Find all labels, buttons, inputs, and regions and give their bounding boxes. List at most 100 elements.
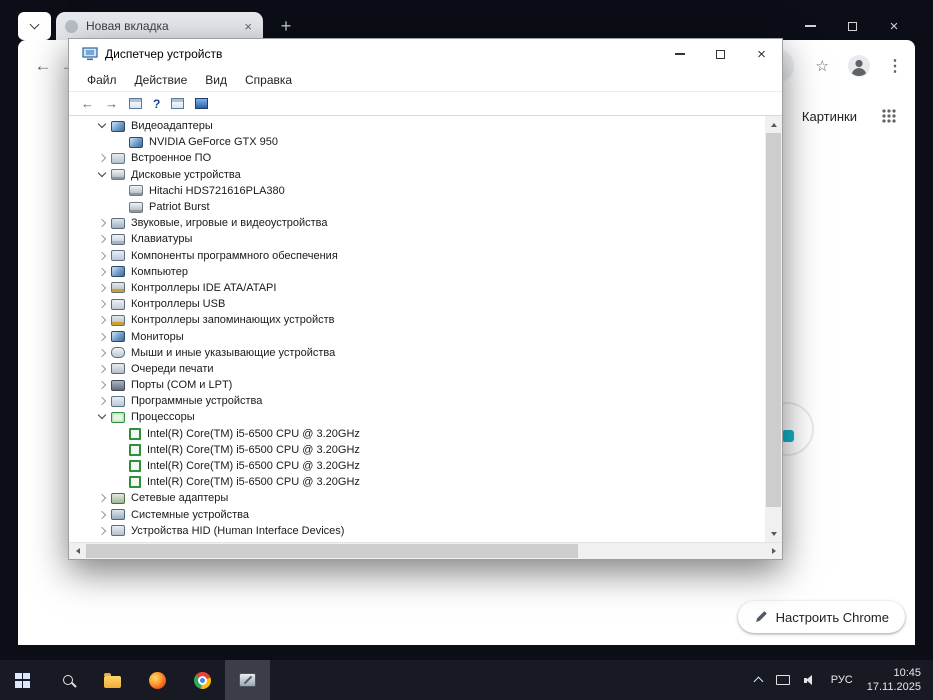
tree-item-label: Intel(R) Core(TM) i5-6500 CPU @ 3.20GHz (147, 443, 360, 456)
tree-item[interactable]: Мыши и иные указывающие устройства (69, 345, 765, 361)
tree-item[interactable]: Контроллеры IDE ATA/ATAPI (69, 280, 765, 296)
horizontal-scrollbar[interactable] (69, 542, 782, 559)
scroll-down-icon[interactable] (765, 525, 782, 542)
tree-item[interactable]: Встроенное ПО (69, 150, 765, 166)
tree-item[interactable]: Звуковые, игровые и видеоустройства (69, 215, 765, 231)
chrome-close-button[interactable]: × (873, 12, 915, 40)
menu-action[interactable]: Действие (126, 71, 197, 89)
tree-item[interactable]: Intel(R) Core(TM) i5-6500 CPU @ 3.20GHz (69, 458, 765, 474)
apps-grid-icon[interactable] (881, 108, 897, 124)
menu-file[interactable]: Файл (78, 71, 126, 89)
new-tab-button[interactable]: + (273, 13, 299, 39)
back-icon[interactable]: ← (30, 56, 56, 76)
bookmark-star-icon[interactable]: ☆ (816, 57, 829, 75)
tray-volume-icon[interactable] (803, 674, 817, 686)
chevron-collapsed-icon[interactable] (95, 330, 111, 344)
chevron-collapsed-icon[interactable] (95, 378, 111, 392)
tree-item[interactable]: Patriot Burst (69, 199, 765, 215)
tree-item[interactable]: Компьютер (69, 264, 765, 280)
tree-item[interactable]: Intel(R) Core(TM) i5-6500 CPU @ 3.20GHz (69, 474, 765, 490)
chevron-expanded-icon[interactable] (95, 410, 111, 424)
chevron-expanded-icon[interactable] (95, 168, 111, 182)
chevron-collapsed-icon[interactable] (95, 508, 111, 522)
menu-view[interactable]: Вид (196, 71, 236, 89)
tree-item[interactable]: Системные устройства (69, 507, 765, 523)
dm-minimize-button[interactable] (659, 39, 700, 69)
chevron-expanded-icon[interactable] (95, 119, 111, 133)
tree-item[interactable]: Клавиатуры (69, 231, 765, 247)
tree-item[interactable]: Очереди печати (69, 361, 765, 377)
scroll-left-icon[interactable] (69, 543, 86, 559)
tree-item-label: Мониторы (131, 330, 184, 343)
chevron-collapsed-icon[interactable] (95, 265, 111, 279)
profile-avatar[interactable] (847, 54, 871, 78)
horizontal-scroll-thumb[interactable] (86, 544, 578, 558)
chevron-collapsed-icon[interactable] (95, 249, 111, 263)
customize-chrome-button[interactable]: Настроить Chrome (737, 601, 905, 633)
dm-help-icon[interactable]: ? (153, 97, 160, 111)
tree-item[interactable]: Устройства HID (Human Interface Devices) (69, 523, 765, 539)
tree-item[interactable]: Программные устройства (69, 393, 765, 409)
taskbar-firefox-button[interactable] (135, 660, 180, 700)
chevron-collapsed-icon[interactable] (95, 151, 111, 165)
horizontal-scroll-track[interactable] (86, 543, 765, 559)
taskbar-clock[interactable]: 10:45 17.11.2025 (867, 666, 921, 694)
tab-search-button[interactable] (18, 12, 51, 40)
dm-list-icon[interactable] (171, 98, 185, 109)
taskbar-device-manager-button[interactable] (225, 660, 270, 700)
tree-item[interactable]: Контроллеры USB (69, 296, 765, 312)
chrome-maximize-button[interactable] (831, 12, 873, 40)
tree-item[interactable]: Контроллеры запоминающих устройств (69, 312, 765, 328)
tree-item[interactable]: Мониторы (69, 328, 765, 344)
tab-close-icon[interactable]: × (242, 19, 254, 34)
chevron-collapsed-icon[interactable] (95, 232, 111, 246)
tree-item[interactable]: Видеоадаптеры (69, 118, 765, 134)
tree-item-label: Intel(R) Core(TM) i5-6500 CPU @ 3.20GHz (147, 476, 360, 489)
tree-item[interactable]: Hitachi HDS721616PLA380 (69, 183, 765, 199)
browser-tab[interactable]: Новая вкладка × (56, 12, 263, 40)
tree-item[interactable]: NVIDIA GeForce GTX 950 (69, 134, 765, 150)
chrome-minimize-button[interactable] (789, 12, 831, 40)
dm-titlebar[interactable]: Диспетчер устройств × (69, 39, 782, 69)
dm-back-icon[interactable]: ← (81, 97, 94, 110)
usb-controller-icon (111, 298, 125, 310)
chevron-collapsed-icon[interactable] (95, 491, 111, 505)
scroll-right-icon[interactable] (765, 543, 782, 559)
taskbar-explorer-button[interactable] (90, 660, 135, 700)
tray-display-icon[interactable] (775, 675, 790, 685)
images-link[interactable]: Картинки (802, 109, 857, 124)
dm-close-button[interactable]: × (741, 39, 782, 69)
chevron-collapsed-icon[interactable] (95, 524, 111, 538)
start-button[interactable] (0, 660, 45, 700)
tray-expand-icon[interactable] (753, 676, 764, 687)
language-indicator[interactable]: РУС (831, 674, 853, 686)
vertical-scroll-thumb[interactable] (766, 133, 781, 507)
chevron-collapsed-icon[interactable] (95, 313, 111, 327)
chevron-collapsed-icon[interactable] (95, 394, 111, 408)
tree-item[interactable]: Intel(R) Core(TM) i5-6500 CPU @ 3.20GHz (69, 442, 765, 458)
vertical-scrollbar[interactable] (765, 116, 782, 542)
scroll-up-icon[interactable] (765, 116, 782, 133)
dm-properties-icon[interactable] (129, 98, 142, 109)
chrome-window-controls: × (789, 12, 915, 40)
tree-item[interactable]: Intel(R) Core(TM) i5-6500 CPU @ 3.20GHz (69, 426, 765, 442)
chevron-collapsed-icon[interactable] (95, 362, 111, 376)
tree-item[interactable]: Сетевые адаптеры (69, 490, 765, 506)
menu-dots-icon[interactable]: ⋮ (887, 56, 903, 76)
dm-forward-icon[interactable]: → (105, 97, 118, 110)
dm-maximize-button[interactable] (700, 39, 741, 69)
chevron-collapsed-icon[interactable] (95, 297, 111, 311)
dm-scan-icon[interactable] (195, 98, 209, 109)
taskbar-chrome-button[interactable] (180, 660, 225, 700)
menu-help[interactable]: Справка (236, 71, 301, 89)
chevron-collapsed-icon[interactable] (95, 216, 111, 230)
tree-item[interactable]: Порты (COM и LPT) (69, 377, 765, 393)
tree-item[interactable]: Дисковые устройства (69, 167, 765, 183)
chevron-collapsed-icon[interactable] (95, 346, 111, 360)
taskbar-search-button[interactable] (45, 660, 90, 700)
chevron-collapsed-icon[interactable] (95, 281, 111, 295)
tree-item[interactable]: Процессоры (69, 409, 765, 425)
tree-item[interactable]: Компоненты программного обеспечения (69, 248, 765, 264)
